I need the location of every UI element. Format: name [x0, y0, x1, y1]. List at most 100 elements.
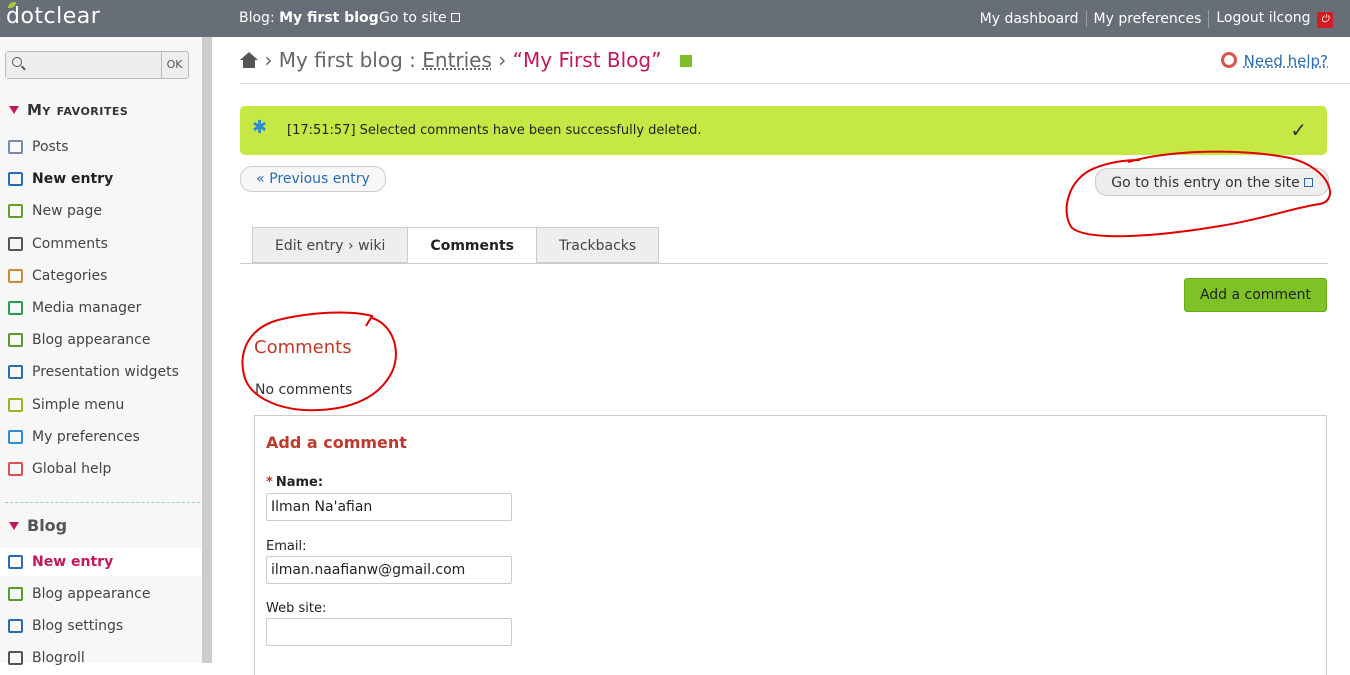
appearance-icon [8, 587, 23, 601]
logout-link[interactable]: Logout ilcong ⏻ [1208, 10, 1340, 28]
posts-icon [8, 140, 23, 154]
tab-comments[interactable]: Comments [407, 227, 537, 263]
top-bar: dotclear Blog: My first blog Go to site … [0, 0, 1350, 37]
logout-label: Logout ilcong [1216, 10, 1311, 26]
my-dashboard-link[interactable]: My dashboard [973, 11, 1086, 27]
breadcrumb-blog: My first blog [278, 48, 403, 72]
success-message: ✱ [17:51:57] Selected comments have been… [240, 106, 1327, 155]
previous-entry-button[interactable]: « Previous entry [240, 166, 386, 192]
external-link-icon [450, 13, 460, 22]
new-page-icon [8, 204, 23, 219]
main-content: › My first blog : Entries › “My First Bl… [222, 37, 1350, 675]
power-icon: ⏻ [1317, 12, 1333, 28]
comments-icon [8, 236, 23, 251]
crumb-sep: : [402, 48, 423, 72]
name-field[interactable]: Ilman Na'afian [266, 493, 512, 521]
menu-item-label: Categories [32, 267, 108, 284]
menu-item-label: Blog appearance [32, 332, 151, 349]
sidebar-item-new-entry[interactable]: New entry [0, 165, 202, 193]
go-to-site-label: Go to site [379, 10, 447, 26]
sidebar-item-new-page[interactable]: New page [0, 197, 202, 225]
favorites-section-title[interactable]: My favorites [9, 101, 128, 119]
website-field[interactable] [266, 618, 512, 646]
new-entry-icon [8, 172, 23, 187]
go-entry-label: Go to this entry on the site [1111, 175, 1300, 191]
entry-tabs: Edit entry › wiki Comments Trackbacks [252, 227, 660, 263]
name-label-text: Name: [275, 475, 324, 490]
page-title: “My First Blog” [512, 48, 662, 72]
sidebar-blog-item-new-entry[interactable]: New entry [0, 548, 202, 576]
sidebar-blog-item-blog-appearance[interactable]: Blog appearance [0, 580, 202, 608]
need-help-label: Need help? [1243, 52, 1328, 70]
email-field[interactable]: ilman.naafianw@gmail.com [266, 556, 512, 584]
help-buoy-icon [1220, 52, 1237, 68]
sidebar-separator [5, 502, 200, 503]
website-label: Web site: [266, 601, 327, 616]
breadcrumb-entries-link[interactable]: Entries [422, 48, 492, 72]
menu-item-label: Blogroll [32, 650, 85, 666]
menu-item-label: Media manager [32, 300, 142, 316]
favorites-title-label: My favorites [27, 101, 129, 119]
sidebar-blog-item-blogroll[interactable]: Blogroll [0, 644, 202, 672]
sidebar-item-comments[interactable]: Comments [0, 230, 202, 258]
blog-title-label: Blog [27, 516, 68, 535]
search-input[interactable] [6, 52, 162, 78]
sidebar-item-global-help[interactable]: Global help [0, 455, 202, 483]
user-icon [8, 429, 23, 444]
home-icon[interactable] [240, 52, 258, 68]
menu-item-label: Global help [32, 461, 112, 477]
add-comment-form-title: Add a comment [266, 433, 407, 452]
sidebar-item-posts[interactable]: Posts [0, 133, 202, 161]
add-comment-button[interactable]: Add a comment [1184, 278, 1327, 312]
header-divider [240, 83, 1350, 84]
tab-trackbacks[interactable]: Trackbacks [535, 227, 660, 263]
menu-item-label: New entry [32, 171, 114, 188]
sidebar-blog-item-blog-settings[interactable]: Blog settings [0, 612, 202, 640]
menu-item-label: Blog appearance [32, 586, 151, 602]
media-icon [8, 301, 23, 315]
sidebar-item-my-preferences[interactable]: My preferences [0, 423, 202, 451]
sparkle-icon: ✱ [252, 117, 268, 138]
blog-name: My first blog [279, 10, 379, 26]
menu-item-label: New entry [32, 554, 114, 570]
crumb-sep: › [491, 48, 513, 72]
collapse-triangle-icon [9, 522, 19, 530]
help-icon [8, 462, 23, 476]
go-to-site-link[interactable]: Go to site [379, 10, 460, 26]
tab-edit-entry[interactable]: Edit entry › wiki [252, 227, 409, 263]
menu-item-label: Simple menu [32, 396, 125, 413]
sidebar-item-presentation-widgets[interactable]: Presentation widgets [0, 358, 202, 386]
crumb-sep: › [264, 48, 273, 72]
blog-section-title[interactable]: Blog [9, 516, 67, 535]
menu-item-label: Posts [32, 139, 69, 155]
no-comments-text: No comments [255, 382, 353, 398]
add-comment-form: Add a comment * Name: Ilman Na'afian Emai… [254, 415, 1327, 675]
dotclear-logo[interactable]: dotclear [6, 2, 100, 29]
menu-item-label: New page [32, 203, 102, 220]
sidebar: OK My favorites Posts New entry New page Co… [0, 37, 212, 666]
external-link-icon [1303, 178, 1313, 187]
search-icon [12, 57, 22, 67]
need-help-link[interactable]: Need help? [1220, 52, 1328, 70]
sidebar-item-blog-appearance[interactable]: Blog appearance [0, 326, 202, 354]
user-nav: My dashboard My preferences Logout ilcon… [973, 10, 1340, 28]
my-preferences-link[interactable]: My preferences [1085, 11, 1209, 27]
name-label: * Name: [266, 475, 323, 490]
email-label: Email: [266, 539, 307, 554]
sidebar-item-simple-menu[interactable]: Simple menu [0, 391, 202, 419]
widgets-icon [8, 365, 23, 380]
required-marker: * [266, 475, 273, 490]
menu-item-label: Comments [32, 235, 108, 252]
menu-item-label: Presentation widgets [32, 364, 179, 381]
search-ok-button[interactable]: OK [161, 52, 188, 78]
menu-item-label: Blog settings [32, 618, 124, 634]
sidebar-item-media-manager[interactable]: Media manager [0, 294, 202, 322]
new-entry-icon [8, 555, 23, 569]
breadcrumb: › My first blog : Entries › “My First Bl… [240, 48, 692, 72]
go-to-entry-on-site-button[interactable]: Go to this entry on the site [1095, 168, 1329, 196]
menu-item-label: My preferences [32, 428, 140, 445]
settings-icon [8, 619, 23, 633]
sidebar-item-categories[interactable]: Categories [0, 262, 202, 290]
appearance-icon [8, 333, 23, 348]
dismiss-check-icon[interactable]: ✓ [1290, 118, 1307, 142]
